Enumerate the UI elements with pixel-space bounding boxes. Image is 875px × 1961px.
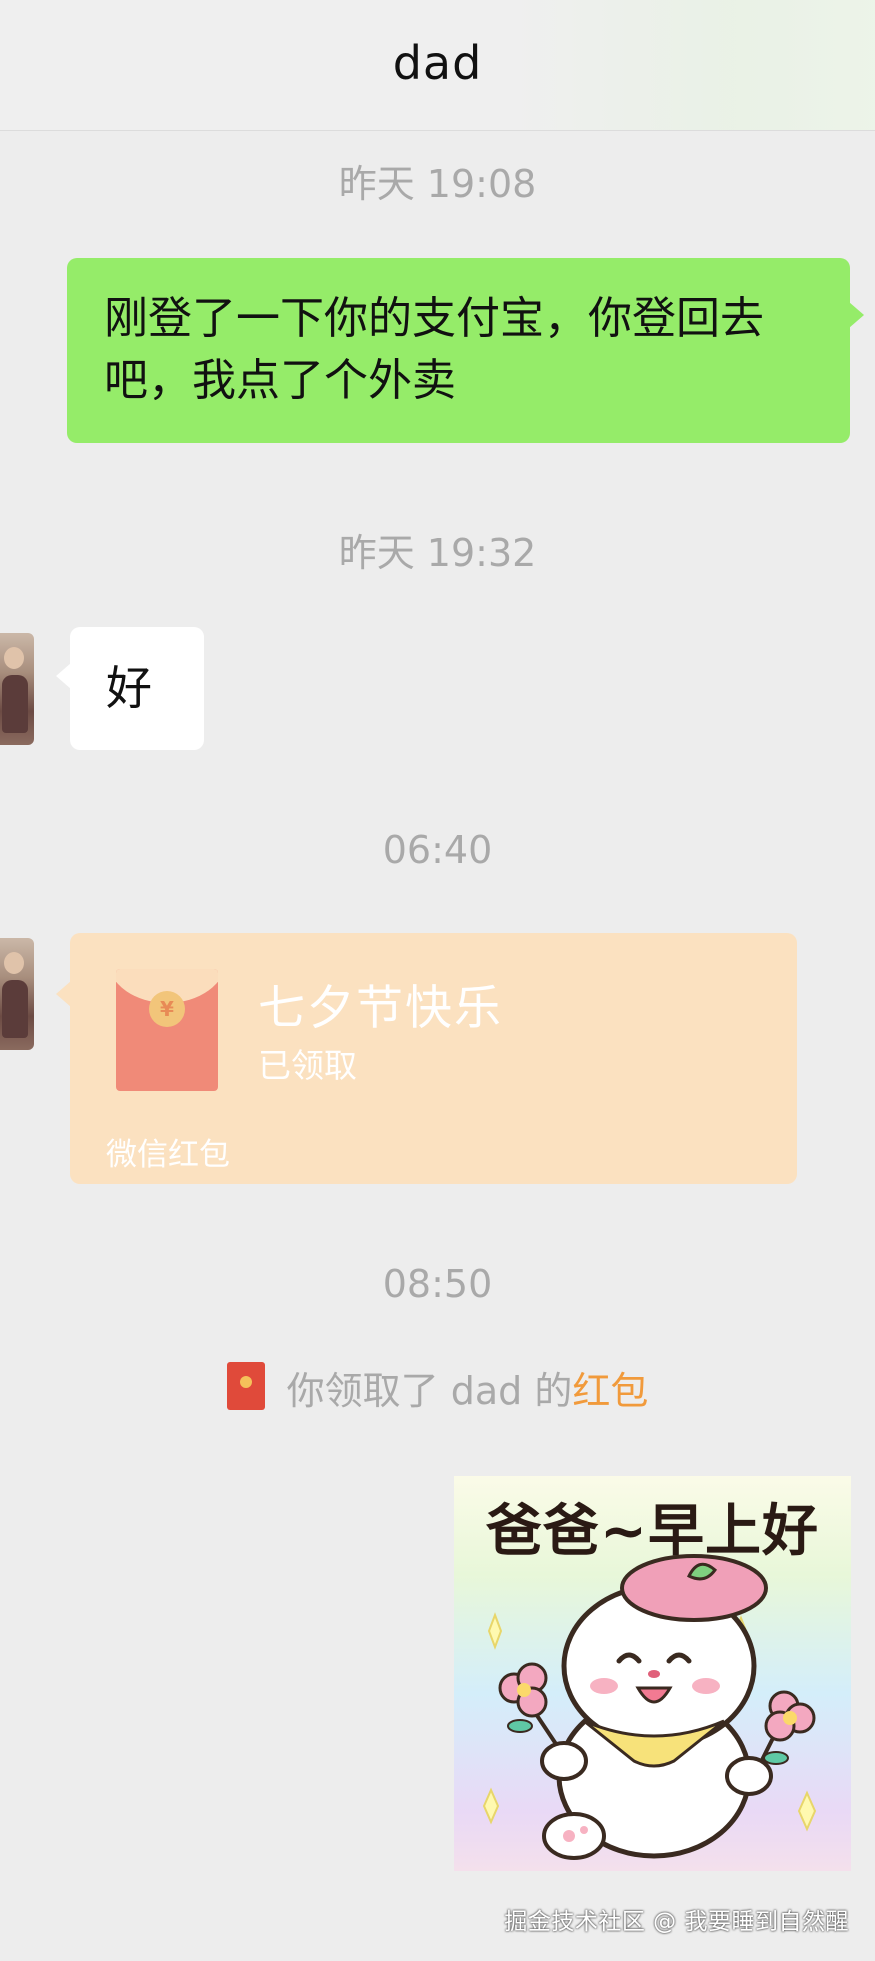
red-packet-card[interactable]: ¥ 七夕节快乐 已领取 微信红包 — [56, 933, 797, 1184]
cartoon-dog-illustration — [482, 1554, 817, 1860]
red-packet-link[interactable]: 红包 — [572, 1369, 648, 1413]
red-packet-status: 已领取 — [258, 1046, 357, 1085]
system-notice: 你领取了 dad 的红包 — [0, 1360, 875, 1415]
timestamp: 昨天 19:08 — [338, 162, 537, 206]
watermark-text: 掘金技术社区 @ 我要睡到自然醒 — [504, 1909, 849, 1935]
timestamp: 06:40 — [382, 828, 493, 872]
red-packet-footer: 微信红包 — [106, 1137, 230, 1173]
timestamp: 昨天 19:32 — [338, 531, 537, 575]
coin-icon: ¥ — [149, 991, 185, 1027]
red-envelope-icon: ¥ — [116, 969, 218, 1091]
my-message-bubble[interactable]: 刚登了一下你的支付宝，你登回去吧，我点了个外卖 — [67, 258, 864, 443]
sticker-image[interactable]: 爸爸~早上好 — [454, 1476, 851, 1871]
red-packet-small-icon — [226, 1362, 265, 1410]
timestamp: 08:50 — [382, 1262, 493, 1306]
red-packet-greeting: 七夕节快乐 — [258, 981, 503, 1036]
contact-avatar[interactable] — [0, 938, 34, 1050]
contact-message-bubble[interactable]: 好 — [56, 627, 204, 750]
contact-avatar[interactable] — [0, 633, 34, 745]
chat-title: dad — [392, 36, 483, 90]
system-notice-text: 你领取了 dad 的 — [286, 1369, 573, 1413]
chat-header: dad — [0, 0, 875, 131]
